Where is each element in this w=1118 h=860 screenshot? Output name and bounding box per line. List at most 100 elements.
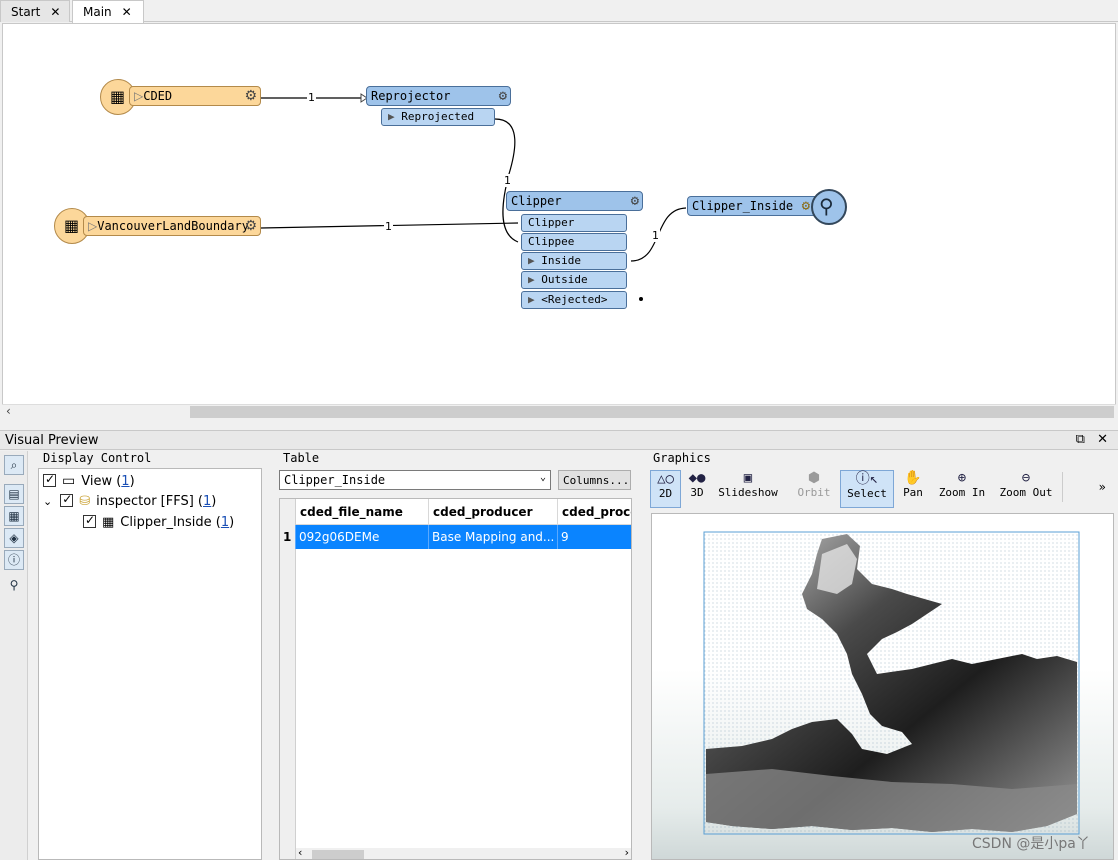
column-header[interactable]: cded_producer: [429, 499, 558, 525]
tool-label: Slideshow: [718, 486, 778, 499]
gear-icon[interactable]: ⚙: [244, 88, 257, 104]
canvas-horizontal-scrollbar[interactable]: ‹: [2, 404, 1116, 418]
tool-zoom-out-button[interactable]: ⊖ Zoom Out: [998, 470, 1054, 508]
link-count: 1: [503, 174, 512, 187]
tool-orbit-button[interactable]: ⬢ Orbit: [796, 470, 832, 508]
checkbox[interactable]: [83, 513, 96, 528]
display-control-icon[interactable]: ▤: [4, 484, 24, 504]
tab-bar: Start ✕ Main ✕: [0, 0, 1118, 23]
zoom-in-icon: ⊕: [957, 470, 967, 486]
tree-label-close: ): [229, 515, 235, 530]
workspace-canvas[interactable]: ▦ ▷CDED ⚙ 1 Reprojector ⚙ ▶ Reprojected …: [2, 23, 1116, 416]
visual-preview-title: Visual Preview: [5, 433, 99, 448]
data-table: cded_file_name cded_producer cded_proces…: [279, 498, 632, 860]
tool-label: Orbit: [797, 486, 831, 499]
port-outside-output[interactable]: ▶ Outside: [521, 271, 627, 289]
tree-item-clipper-inside[interactable]: ▦ Clipper_Inside (1): [83, 513, 235, 530]
tool-slideshow-button[interactable]: ▣ Slideshow: [718, 470, 778, 508]
close-icon[interactable]: ✕: [122, 5, 132, 19]
gear-icon[interactable]: ⚙: [499, 88, 507, 104]
gear-icon[interactable]: ⚙: [631, 193, 639, 209]
select-cursor-icon: ⓘ↖: [855, 471, 879, 487]
scroll-right-icon[interactable]: ›: [625, 846, 629, 859]
tool-pan-button[interactable]: ✋ Pan: [900, 470, 926, 508]
table-horizontal-scrollbar[interactable]: ‹ ›: [296, 846, 631, 859]
tool-3d-button[interactable]: ◆● 3D: [684, 470, 710, 508]
feature-type-select[interactable]: Clipper_Inside ⌄: [279, 470, 551, 490]
tab-start[interactable]: Start ✕: [0, 0, 70, 22]
grid-layer-icon: ▦: [102, 515, 115, 530]
port-reprojected[interactable]: ▶ Reprojected: [381, 108, 495, 126]
transformer-title: Clipper: [511, 194, 562, 208]
link-count: 1: [384, 220, 393, 233]
tree-label-close: ): [211, 494, 217, 509]
port-label: <Rejected>: [541, 293, 608, 306]
reader-label: VancouverLandBoundary: [97, 219, 249, 233]
reader-vancouver-land-boundary[interactable]: ▷VancouverLandBoundary ⚙: [83, 216, 261, 236]
3d-shapes-icon: ◆●: [688, 470, 706, 486]
raster-preview: [703, 531, 1080, 835]
graphics-view[interactable]: [651, 513, 1114, 860]
table-icon: ▦: [110, 87, 126, 106]
inspector-clipper-inside[interactable]: Clipper_Inside ⚙: [687, 196, 819, 216]
port-clipper-input[interactable]: Clipper: [521, 214, 627, 232]
search-icon[interactable]: ⚲: [4, 576, 24, 596]
2d-shapes-icon: △○: [657, 471, 674, 487]
tab-label: Start: [11, 5, 41, 19]
port-rejected-output[interactable]: ▶ <Rejected>: [521, 291, 627, 309]
chevron-down-icon[interactable]: ⌄: [540, 472, 546, 483]
visual-preview-titlebar: Visual Preview ⧉ ✕: [0, 430, 1118, 450]
gear-icon[interactable]: ⚙: [802, 198, 810, 214]
column-header[interactable]: cded_file_name: [296, 499, 429, 525]
tool-2d-button[interactable]: △○ 2D: [650, 470, 681, 508]
row-number[interactable]: 1: [280, 525, 296, 549]
checkbox[interactable]: [43, 472, 56, 487]
tool-select-button[interactable]: ⓘ↖ Select: [840, 470, 894, 508]
tree-item-inspector[interactable]: ⌄⛁inspector [FFS] (1): [43, 492, 217, 509]
table-view-icon[interactable]: ▦: [4, 506, 24, 526]
scrollbar-thumb[interactable]: [190, 406, 1114, 418]
count-link[interactable]: 1: [221, 515, 229, 530]
hand-icon: ✋: [904, 470, 922, 486]
port-arrow-icon: ▷: [88, 219, 98, 233]
scroll-left-icon[interactable]: ‹: [298, 846, 302, 859]
chevron-down-icon[interactable]: ⌄: [43, 495, 52, 508]
port-label: Clipper: [528, 216, 575, 229]
transformer-reprojector[interactable]: Reprojector ⚙: [366, 86, 511, 106]
graphics-view-icon[interactable]: ◈: [4, 528, 24, 548]
overflow-chevron-icon[interactable]: »: [1099, 480, 1106, 494]
tab-main[interactable]: Main ✕: [72, 0, 144, 23]
graphics-toolbar: △○ 2D ◆● 3D ▣ Slideshow ⬢ Orbit ⓘ↖ Select ✋ Pa…: [648, 466, 1114, 508]
float-window-icon[interactable]: ⧉: [1076, 432, 1085, 447]
transformer-clipper[interactable]: Clipper ⚙: [506, 191, 643, 211]
gear-icon[interactable]: ⚙: [244, 218, 257, 234]
reader-cded[interactable]: ▷CDED ⚙: [129, 86, 261, 106]
port-label: Clippee: [528, 235, 575, 248]
graphics-panel-title: Graphics: [653, 451, 711, 465]
close-icon[interactable]: ✕: [50, 5, 60, 19]
feature-info-icon[interactable]: ⓘ: [4, 550, 24, 570]
database-icon: ⛁: [79, 494, 91, 509]
magnifier-icon[interactable]: ⚲: [811, 189, 847, 225]
table-cell[interactable]: 9: [558, 525, 631, 549]
port-label: Reprojected: [401, 110, 475, 123]
port-arrow-icon: ▶: [528, 293, 535, 306]
tree-label: Clipper_Inside (: [120, 515, 221, 530]
preview-side-toolbar: ⌕ ▤ ▦ ◈ ⓘ ⚲: [0, 451, 28, 860]
columns-button[interactable]: Columns...: [558, 470, 631, 490]
close-icon[interactable]: ✕: [1097, 432, 1108, 447]
checkbox[interactable]: [60, 492, 74, 507]
column-header[interactable]: cded_proces: [558, 499, 631, 525]
table-cell[interactable]: Base Mapping and...: [429, 525, 558, 549]
port-clippee-input[interactable]: Clippee: [521, 233, 627, 251]
scroll-left-icon[interactable]: ‹: [6, 404, 11, 418]
inspect-icon[interactable]: ⌕: [4, 455, 24, 475]
count-link[interactable]: 1: [121, 474, 129, 489]
port-inside-output[interactable]: ▶ Inside: [521, 252, 627, 270]
tool-zoom-in-button[interactable]: ⊕ Zoom In: [938, 470, 986, 508]
scrollbar-thumb[interactable]: [312, 850, 364, 859]
tree-label-close: ): [129, 474, 135, 489]
slideshow-icon: ▣: [743, 470, 753, 486]
table-cell[interactable]: 092g06DEMe: [296, 525, 429, 549]
tree-item-view[interactable]: ▭ View (1): [43, 472, 135, 489]
